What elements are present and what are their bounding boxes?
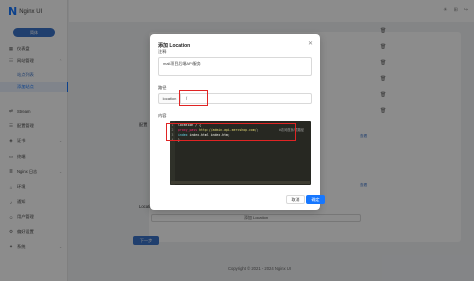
path-label: 路径 — [158, 85, 167, 90]
comment-value: mall项目后端API服务 — [163, 61, 201, 66]
cancel-label: 取消 — [291, 196, 300, 202]
path-addon: location — [158, 93, 180, 104]
content-label: 内容 — [158, 113, 167, 118]
editor-scrollbar[interactable] — [171, 181, 310, 184]
comment-textarea[interactable]: mall项目后端API服务 — [158, 57, 312, 76]
comment-label: 注释 — [158, 49, 167, 54]
cancel-button[interactable]: 取消 — [286, 195, 305, 204]
code-highlight-box — [166, 123, 296, 141]
modal-title: 添加 Location — [158, 43, 191, 49]
ok-button[interactable]: 确定 — [306, 195, 325, 204]
ok-label: 确定 — [311, 196, 320, 202]
path-highlight-box — [179, 90, 208, 106]
close-icon[interactable]: ✕ — [308, 40, 313, 47]
